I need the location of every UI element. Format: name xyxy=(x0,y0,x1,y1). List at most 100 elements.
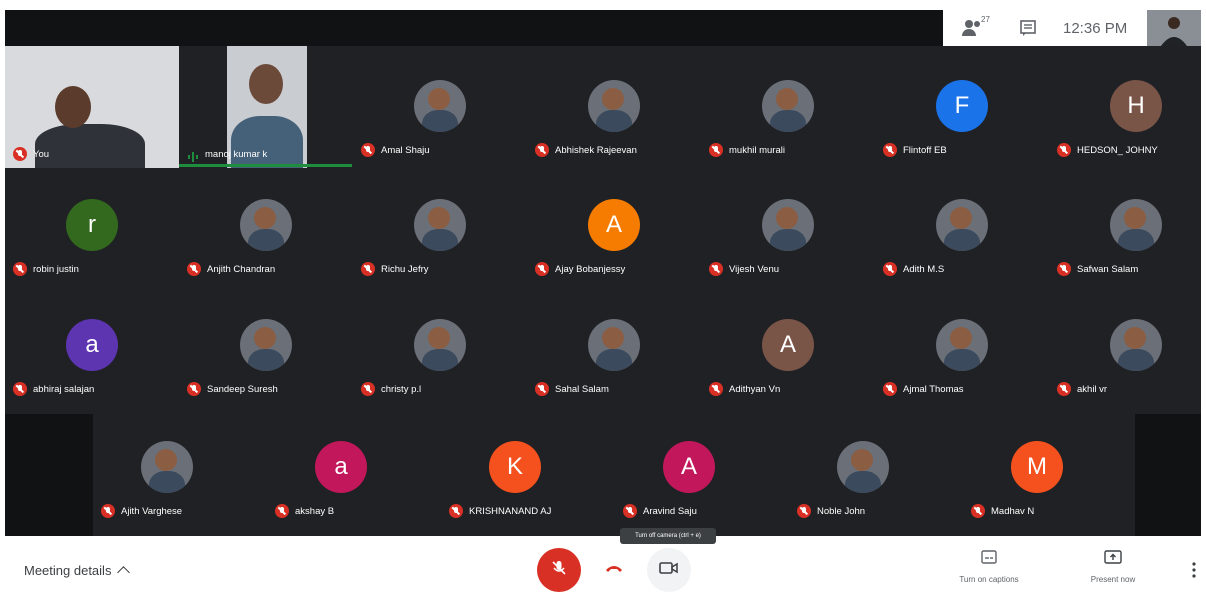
avatar-photo xyxy=(762,199,814,251)
audio-level-icon xyxy=(187,149,199,162)
video-camera-icon xyxy=(659,561,679,580)
captions-button[interactable]: Turn on captions xyxy=(944,550,1034,584)
avatar-initial: r xyxy=(66,199,118,251)
avatar-initial: A xyxy=(762,319,814,371)
mic-off-icon xyxy=(1057,262,1071,276)
participant-name: robin justin xyxy=(33,263,79,275)
participant-tile[interactable]: A Adithyan Vn xyxy=(701,293,875,409)
captions-label: Turn on captions xyxy=(959,575,1019,584)
meeting-details-button[interactable]: Meeting details xyxy=(24,563,131,579)
participant-name: Flintoff EB xyxy=(903,144,947,156)
clock-time: 12:36 PM xyxy=(1063,20,1128,37)
mic-off-icon xyxy=(883,143,897,157)
participant-name: abhiraj salajan xyxy=(33,383,95,395)
participant-name: christy p.l xyxy=(381,383,422,395)
participant-name-row: Ajay Bobanjessy xyxy=(535,261,625,277)
camera-toggle-button[interactable] xyxy=(647,548,691,592)
participant-name-row: Ajmal Thomas xyxy=(883,381,964,397)
participant-name-row: Vijesh Venu xyxy=(709,261,779,277)
participant-tile[interactable]: K KRISHNANAND AJ xyxy=(441,415,615,531)
participant-tile[interactable]: a akshay B xyxy=(267,415,441,531)
participant-name-row: akhil vr xyxy=(1057,381,1107,397)
mic-off-icon xyxy=(535,262,549,276)
video-tile-self[interactable]: You xyxy=(5,46,179,168)
avatar-initial: F xyxy=(936,80,988,132)
participant-name: Ajay Bobanjessy xyxy=(555,263,626,275)
participant-tile[interactable]: Noble John xyxy=(789,415,963,531)
leave-call-button[interactable] xyxy=(592,548,636,592)
microphone-toggle-button[interactable] xyxy=(537,548,581,592)
avatar-initial: K xyxy=(489,441,541,493)
participant-tile[interactable]: Sandeep Suresh xyxy=(179,293,353,409)
participant-name: Abhishek Rajeevan xyxy=(555,144,637,156)
participant-tile[interactable]: Richu Jefry xyxy=(353,173,527,289)
participant-name: Adith M.S xyxy=(903,263,945,275)
mic-off-icon xyxy=(187,382,201,396)
mic-off-icon xyxy=(13,382,27,396)
participant-name-row: Safwan Salam xyxy=(1057,261,1138,277)
avatar-initial: H xyxy=(1110,80,1162,132)
participant-tile[interactable]: Abhishek Rajeevan xyxy=(527,54,701,170)
participant-name: Vijesh Venu xyxy=(729,263,780,275)
self-view-thumbnail[interactable] xyxy=(1147,10,1201,46)
avatar-photo xyxy=(240,199,292,251)
mic-off-icon xyxy=(550,559,568,582)
participant-name-row: Madhav N xyxy=(971,503,1034,519)
participant-name-row: Sandeep Suresh xyxy=(187,381,278,397)
captions-icon xyxy=(981,550,997,569)
present-now-button[interactable]: Present now xyxy=(1076,550,1150,584)
participant-tile[interactable]: Amal Shaju xyxy=(353,54,527,170)
more-options-icon[interactable] xyxy=(1192,562,1196,578)
avatar-photo xyxy=(1110,199,1162,251)
top-bar: 27 12:36 PM xyxy=(5,10,1201,46)
participant-tile[interactable]: Ajmal Thomas xyxy=(875,293,1049,409)
participant-name: HEDSON_ JOHNY xyxy=(1077,144,1158,156)
participant-name-row: robin justin xyxy=(13,261,79,277)
participant-tile[interactable]: A Ajay Bobanjessy xyxy=(527,173,701,289)
participant-tile[interactable]: Vijesh Venu xyxy=(701,173,875,289)
participant-name: Madhav N xyxy=(991,505,1035,517)
participant-name-row: Abhishek Rajeevan xyxy=(535,142,637,158)
participant-tile[interactable]: a abhiraj salajan xyxy=(5,293,179,409)
meeting-details-label: Meeting details xyxy=(24,563,112,578)
participant-name: Noble John xyxy=(817,505,866,517)
mic-off-icon xyxy=(275,504,289,518)
avatar-photo xyxy=(837,441,889,493)
mic-off-icon xyxy=(13,147,27,161)
participant-tile[interactable]: Ajith Varghese xyxy=(93,415,267,531)
chat-icon[interactable] xyxy=(1019,19,1037,37)
participant-name: Aravind Saju xyxy=(643,505,697,517)
participant-name-row: Anjith Chandran xyxy=(187,261,275,277)
avatar-photo xyxy=(762,80,814,132)
participant-name: Ajmal Thomas xyxy=(903,383,964,395)
participant-tile[interactable]: Adith M.S xyxy=(875,173,1049,289)
participant-tile[interactable]: M Madhav N xyxy=(963,415,1137,531)
mic-off-icon xyxy=(709,143,723,157)
participant-tile[interactable]: Anjith Chandran xyxy=(179,173,353,289)
participant-name-row: Aravind Saju xyxy=(623,503,697,519)
mic-off-icon xyxy=(361,262,375,276)
participant-tile[interactable]: christy p.l xyxy=(353,293,527,409)
camera-tooltip: Turn off camera (ctrl + e) xyxy=(620,528,716,544)
participant-name: Richu Jefry xyxy=(381,263,429,275)
mic-off-icon xyxy=(709,262,723,276)
participant-tile[interactable]: mukhil murali xyxy=(701,54,875,170)
participant-tile[interactable]: r robin justin xyxy=(5,173,179,289)
participant-tile[interactable]: F Flintoff EB xyxy=(875,54,1049,170)
avatar-initial: M xyxy=(1011,441,1063,493)
participant-tile[interactable]: Safwan Salam xyxy=(1049,173,1201,289)
grid-filler-right xyxy=(1135,414,1201,536)
participant-tile[interactable]: A Aravind Saju xyxy=(615,415,789,531)
participant-tile[interactable]: akhil vr xyxy=(1049,293,1201,409)
mic-off-icon xyxy=(883,382,897,396)
mic-off-icon xyxy=(797,504,811,518)
participant-tile[interactable]: Sahal Salam xyxy=(527,293,701,409)
mic-off-icon xyxy=(361,143,375,157)
participant-tile[interactable]: H HEDSON_ JOHNY xyxy=(1049,54,1201,170)
avatar-photo xyxy=(240,319,292,371)
video-tile-self-label: You xyxy=(13,146,49,162)
mic-off-icon xyxy=(535,382,549,396)
participant-name-row: akshay B xyxy=(275,503,334,519)
participant-name: akshay B xyxy=(295,505,335,517)
mic-off-icon xyxy=(13,262,27,276)
